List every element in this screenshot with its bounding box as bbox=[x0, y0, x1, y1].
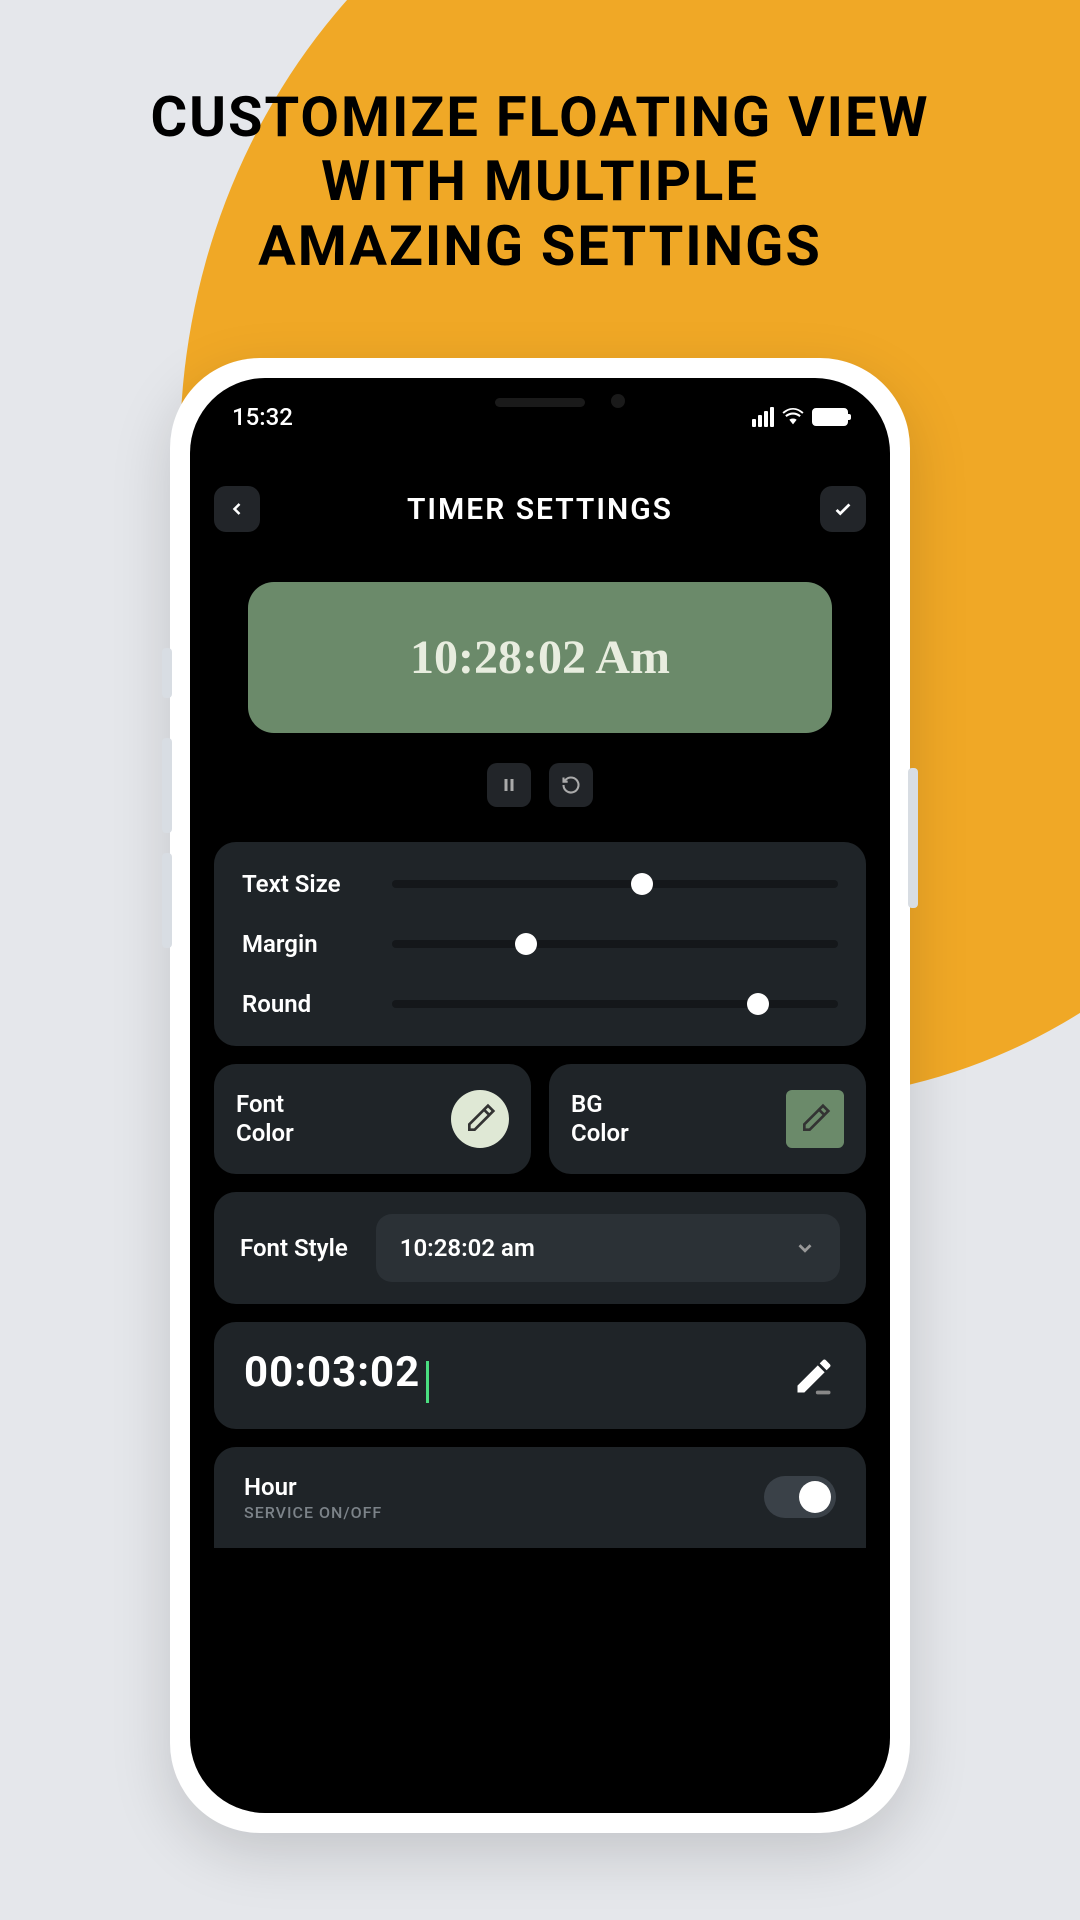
margin-label: Margin bbox=[242, 930, 392, 958]
hour-subtitle: SERVICE ON/OFF bbox=[244, 1503, 382, 1522]
bg-color-label: BGColor bbox=[571, 1090, 629, 1148]
reset-button[interactable] bbox=[549, 763, 593, 807]
timer-value-card: 00:03:02 bbox=[214, 1322, 866, 1429]
headline-line-3: AMAZING SETTINGS bbox=[0, 214, 1080, 278]
timer-preview: 10:28:02 Am bbox=[248, 582, 832, 733]
headline-line-1: CUSTOMIZE FLOATING VIEW bbox=[0, 85, 1080, 149]
bg-color-swatch[interactable] bbox=[786, 1090, 844, 1148]
font-color-card[interactable]: FontColor bbox=[214, 1064, 531, 1174]
page-title: TIMER SETTINGS bbox=[407, 492, 673, 527]
pause-button[interactable] bbox=[487, 763, 531, 807]
chevron-down-icon bbox=[794, 1237, 816, 1259]
battery-icon bbox=[812, 408, 848, 426]
timer-value: 00:03:02 bbox=[244, 1348, 420, 1397]
confirm-button[interactable] bbox=[820, 486, 866, 532]
status-time: 15:32 bbox=[232, 403, 293, 431]
signal-icon bbox=[752, 407, 774, 427]
font-style-card: Font Style 10:28:02 am bbox=[214, 1192, 866, 1304]
font-color-label: FontColor bbox=[236, 1090, 294, 1148]
font-color-swatch[interactable] bbox=[451, 1090, 509, 1148]
eyedropper-icon bbox=[464, 1103, 496, 1135]
hour-title: Hour bbox=[244, 1473, 382, 1501]
hour-toggle[interactable] bbox=[764, 1476, 836, 1518]
font-style-dropdown[interactable]: 10:28:02 am bbox=[376, 1214, 840, 1282]
bg-color-card[interactable]: BGColor bbox=[549, 1064, 866, 1174]
edit-button[interactable] bbox=[792, 1354, 836, 1398]
preview-time: 10:28:02 Am bbox=[268, 630, 812, 685]
font-style-selected: 10:28:02 am bbox=[400, 1234, 535, 1262]
round-label: Round bbox=[242, 990, 392, 1018]
sliders-card: Text Size Margin Round bbox=[214, 842, 866, 1046]
phone-mockup: 15:32 TIMER SETTINGS 10:28:02 Am bbox=[170, 358, 910, 1833]
text-size-slider[interactable] bbox=[392, 880, 838, 888]
round-slider[interactable] bbox=[392, 1000, 838, 1008]
headline-line-2: WITH MULTIPLE bbox=[0, 149, 1080, 213]
hour-card: Hour SERVICE ON/OFF bbox=[214, 1447, 866, 1548]
margin-slider[interactable] bbox=[392, 940, 838, 948]
back-button[interactable] bbox=[214, 486, 260, 532]
font-style-label: Font Style bbox=[240, 1234, 348, 1263]
eyedropper-icon bbox=[799, 1103, 831, 1135]
text-size-label: Text Size bbox=[242, 870, 392, 898]
promo-headline: CUSTOMIZE FLOATING VIEW WITH MULTIPLE AM… bbox=[0, 0, 1080, 278]
wifi-icon bbox=[782, 406, 804, 428]
